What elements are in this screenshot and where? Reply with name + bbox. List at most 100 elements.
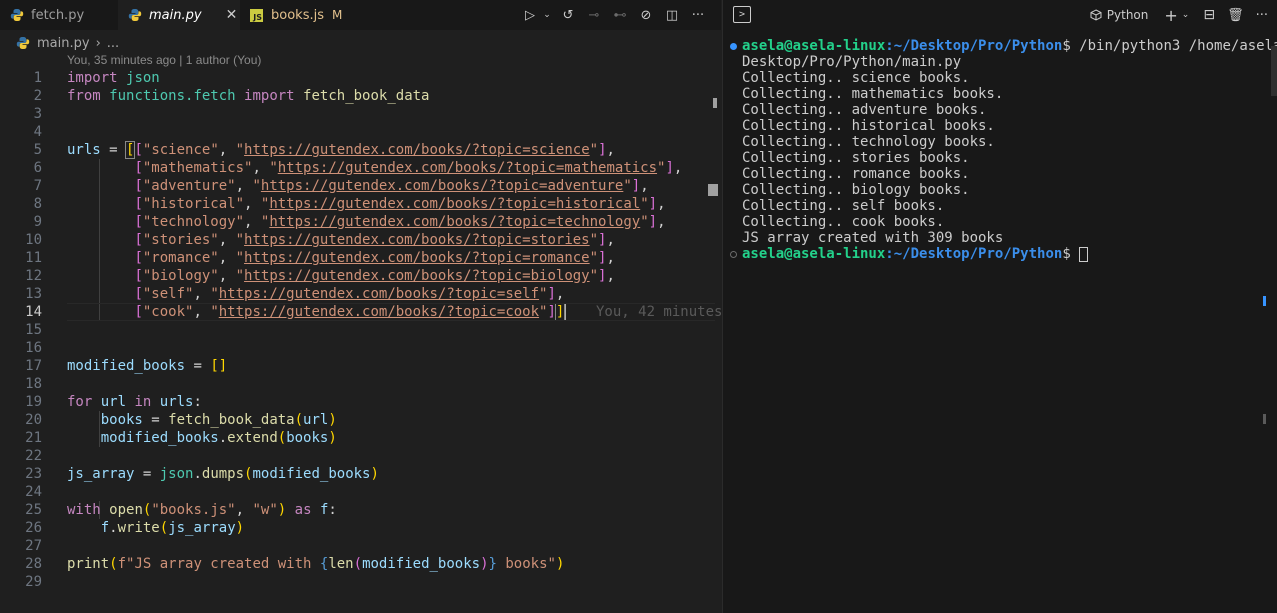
command-success-dot[interactable]: [730, 43, 737, 50]
line-number: 11: [25, 250, 42, 266]
code-area[interactable]: 1 import json 2 from functions.fetch impor…: [0, 69, 722, 591]
line-number: 26: [25, 520, 42, 536]
line-number: 27: [25, 538, 42, 554]
line-number: 24: [25, 484, 42, 500]
line-number: 15: [25, 322, 42, 338]
split-editor-icon[interactable]: ◫: [661, 4, 683, 26]
variable: modified_books: [362, 556, 481, 572]
overview-ruler-mark: [708, 184, 718, 196]
text-cursor: [564, 304, 567, 320]
code-line: 4: [0, 123, 721, 141]
module-name: json: [159, 466, 194, 482]
terminal-line: JS array created with 309 books: [742, 230, 1004, 246]
url-link[interactable]: https://gutendex.com/books/?topic=histor…: [269, 196, 640, 212]
line-number: 5: [33, 142, 42, 158]
line-number: 22: [25, 448, 42, 464]
tab-label: fetch.py: [31, 7, 85, 23]
terminal-profile[interactable]: Python: [1090, 8, 1148, 22]
code-line: 16: [0, 339, 721, 357]
code-line: 19 for url in urls:: [0, 393, 721, 411]
variable: js_array: [168, 520, 236, 536]
keyword: as: [294, 502, 312, 518]
breadcrumb-more[interactable]: ...: [107, 36, 119, 51]
trash-icon[interactable]: 🗑: [1227, 8, 1244, 23]
terminal-panel[interactable]: > Python + ⌄ ⊟ 🗑 ··· asela@asela-linux:~…: [722, 0, 1277, 613]
close-icon[interactable]: ✕: [226, 7, 238, 23]
function-name: write: [117, 520, 160, 536]
code-line: 7 ["adventure", "https://gutendex.com/bo…: [0, 177, 721, 195]
line-number: 4: [33, 124, 42, 140]
line-number: 10: [25, 232, 42, 248]
chevron-down-icon[interactable]: ⌄: [541, 4, 553, 26]
python-icon: [10, 8, 24, 22]
topic-string: "self": [142, 286, 194, 302]
url-link[interactable]: https://gutendex.com/books/?topic=mathem…: [278, 160, 657, 176]
line-number: 14: [25, 304, 42, 320]
editor-pane[interactable]: fetch.py main.py ✕ JS books.js M ▷ ⌄ ↺ ⊸…: [0, 0, 722, 613]
url-link[interactable]: https://gutendex.com/books/?topic=cook: [219, 304, 539, 320]
prompt-path: :~/Desktop/Pro/Python: [885, 246, 1063, 262]
line-number: 25: [25, 502, 42, 518]
terminal-line: Collecting.. self books.: [742, 198, 945, 214]
code-line: 22: [0, 447, 721, 465]
prompt-user: asela@asela-linux: [742, 38, 886, 54]
tab-main-py[interactable]: main.py ✕: [118, 0, 240, 30]
terminal-line: asela@asela-linux:~/Desktop/Pro/Python$ …: [723, 38, 1277, 54]
line-number: 8: [33, 196, 42, 212]
breadcrumb-file[interactable]: main.py: [37, 36, 90, 51]
url-link[interactable]: https://gutendex.com/books/?topic=scienc…: [244, 142, 590, 158]
more-actions-icon[interactable]: ···: [687, 4, 709, 26]
code-line: 9 ["technology", "https://gutendex.com/b…: [0, 213, 721, 231]
line-number: 21: [25, 430, 42, 446]
url-link[interactable]: https://gutendex.com/books/?topic=biolog…: [244, 268, 590, 284]
keyword: from: [67, 88, 101, 104]
line-number: 19: [25, 394, 42, 410]
line-number: 6: [33, 160, 42, 176]
tab-fetch-py[interactable]: fetch.py: [0, 0, 118, 30]
code-line: 26 f.write(js_array): [0, 519, 721, 537]
topic-string: "romance": [142, 250, 219, 266]
code-line: 5 urls = [["science", "https://gutendex.c…: [0, 141, 721, 159]
url-link[interactable]: https://gutendex.com/books/?topic=storie…: [244, 232, 590, 248]
line-number: 3: [33, 106, 42, 122]
url-link[interactable]: https://gutendex.com/books/?topic=advent…: [261, 178, 623, 194]
terminal-icon[interactable]: >: [733, 6, 751, 23]
command-pending-dot[interactable]: [730, 251, 737, 258]
run-icon[interactable]: ▷: [519, 4, 541, 26]
terminal-line: Collecting.. mathematics books.: [742, 86, 1004, 102]
chevron-down-icon[interactable]: ⌄: [1182, 10, 1190, 20]
more-actions-icon[interactable]: ···: [1256, 8, 1268, 23]
modified-badge: M: [331, 8, 343, 22]
go-forward-icon[interactable]: ⊷: [609, 4, 631, 26]
breadcrumb: main.py › ...: [16, 34, 119, 52]
tab-books-js[interactable]: JS books.js M: [240, 0, 362, 30]
variable: js_array: [67, 466, 135, 482]
editor-tab-bar: fetch.py main.py ✕ JS books.js M ▷ ⌄ ↺ ⊸…: [0, 0, 721, 30]
plus-icon[interactable]: +: [1164, 6, 1177, 25]
terminal-line: asela@asela-linux:~/Desktop/Pro/Python$: [723, 246, 1277, 262]
blame-codelens[interactable]: You, 35 minutes ago | 1 author (You): [67, 53, 261, 67]
line-number: 7: [33, 178, 42, 194]
url-link[interactable]: https://gutendex.com/books/?topic=self: [219, 286, 539, 302]
prompt-path: :~/Desktop/Pro/Python: [885, 38, 1063, 54]
url-link[interactable]: https://gutendex.com/books/?topic=romanc…: [244, 250, 590, 266]
variable: urls: [67, 142, 101, 158]
variable: books: [286, 430, 329, 446]
variable: modified_books: [67, 358, 186, 374]
url-link[interactable]: https://gutendex.com/books/?topic=techno…: [269, 214, 640, 230]
code-line: 10 ["stories", "https://gutendex.com/boo…: [0, 231, 721, 249]
split-terminal-icon[interactable]: ⊟: [1203, 7, 1215, 23]
go-back-icon[interactable]: ↺: [557, 4, 579, 26]
git-lens-icon[interactable]: ⊘: [635, 4, 657, 26]
terminal-line: Collecting.. stories books.: [742, 150, 970, 166]
line-number: 12: [25, 268, 42, 284]
terminal-command: /bin/python3 /home/asela/: [1070, 38, 1277, 54]
line-number: 16: [25, 340, 42, 356]
terminal-output[interactable]: asela@asela-linux:~/Desktop/Pro/Python$ …: [723, 38, 1277, 262]
tab-label: main.py: [149, 7, 202, 23]
terminal-scrollbar[interactable]: [1271, 46, 1277, 96]
timeline-icon[interactable]: ⊸: [583, 4, 605, 26]
python-icon: [128, 8, 142, 22]
line-number: 20: [25, 412, 42, 428]
terminal-line: Collecting.. biology books.: [742, 182, 970, 198]
